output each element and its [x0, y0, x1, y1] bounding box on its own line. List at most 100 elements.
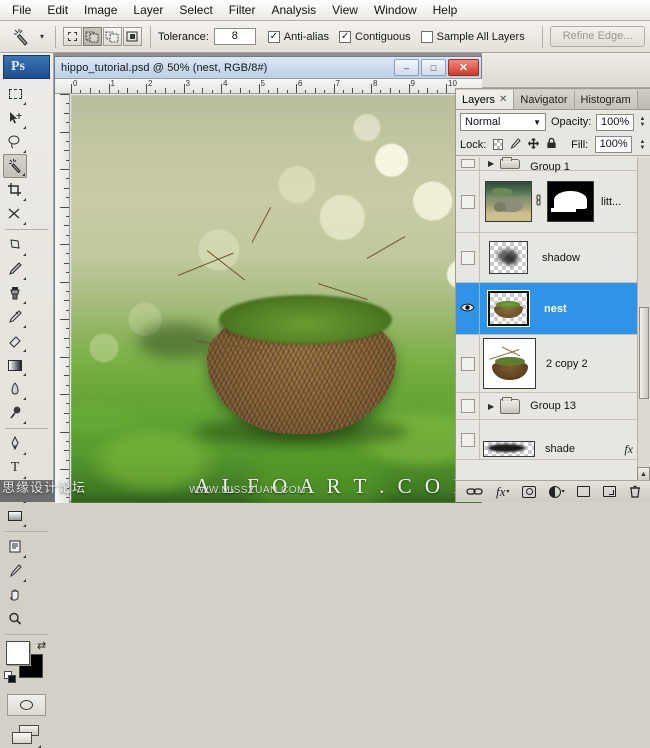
close-button[interactable]: ✕ [448, 59, 479, 76]
layer-visibility-toggle[interactable] [456, 420, 480, 459]
rectangular-marquee-tool[interactable] [3, 82, 27, 106]
layer-thumbnail-shade[interactable] [483, 441, 535, 457]
tab-layers[interactable]: Layers ✕ [456, 90, 514, 109]
layer-thumbnail-shadow[interactable] [489, 241, 528, 274]
new-group-button[interactable] [577, 486, 590, 497]
menu-item-analysis[interactable]: Analysis [263, 0, 324, 20]
layer-row-group-1[interactable]: ▶ Group 1 [456, 157, 650, 171]
new-selection-button[interactable] [63, 27, 82, 46]
layer-effects-icon[interactable]: fx [624, 442, 633, 457]
layer-visibility-toggle[interactable] [456, 283, 480, 334]
magic-wand-tool[interactable] [3, 154, 27, 178]
close-icon[interactable]: ✕ [499, 94, 507, 105]
layer-thumbnail-2-copy-2[interactable] [483, 338, 536, 389]
lock-all-icon[interactable] [546, 137, 557, 152]
layer-row-2-copy-2[interactable]: 2 copy 2 [456, 335, 650, 393]
rectangle-shape-tool[interactable] [3, 504, 27, 528]
magic-wand-icon[interactable] [6, 24, 36, 50]
clone-stamp-tool[interactable] [3, 281, 27, 305]
tab-histogram[interactable]: Histogram [575, 90, 638, 109]
menu-item-window[interactable]: Window [366, 0, 425, 20]
tab-navigator[interactable]: Navigator [514, 90, 574, 109]
tool-preset-caret-icon[interactable]: ▾ [36, 24, 48, 50]
layers-scrollbar[interactable]: ▲ [637, 157, 650, 481]
add-to-selection-button[interactable] [83, 27, 102, 46]
opacity-stepper[interactable]: ▲▼ [639, 114, 646, 131]
menu-item-view[interactable]: View [324, 0, 366, 20]
lock-transparency-icon[interactable] [493, 139, 503, 150]
layer-row-group-13[interactable]: ▶ Group 13 [456, 393, 650, 420]
eye-icon[interactable] [460, 302, 475, 316]
eyedropper-tool[interactable] [3, 559, 27, 583]
brush-tool[interactable] [3, 257, 27, 281]
layers-list[interactable]: ▶ Group 1 litt... [456, 157, 650, 481]
delete-layer-button[interactable] [629, 485, 641, 498]
layer-visibility-toggle[interactable] [456, 157, 480, 170]
menu-item-help[interactable]: Help [425, 0, 466, 20]
eraser-tool[interactable] [3, 329, 27, 353]
blend-mode-select[interactable]: Normal ▼ [460, 113, 546, 131]
slice-tool[interactable] [3, 202, 27, 226]
menu-item-edit[interactable]: Edit [39, 0, 76, 20]
quick-mask-icon[interactable] [7, 694, 46, 716]
opacity-input[interactable]: 100% [596, 114, 634, 131]
menu-item-file[interactable]: File [4, 0, 39, 20]
anti-alias-checkbox-wrap[interactable]: ✓ Anti-alias [268, 31, 329, 43]
screen-mode-icon[interactable] [12, 725, 42, 747]
layer-thumbnail-hippo[interactable] [485, 181, 532, 222]
default-colors-icon[interactable] [4, 671, 16, 683]
scroll-up-button[interactable]: ▲ [637, 467, 650, 481]
new-fill-adjustment-layer-button[interactable]: ▾ [549, 486, 565, 498]
layer-thumbnail-nest[interactable] [488, 291, 529, 326]
layer-row-shade[interactable]: shade fx [456, 420, 650, 460]
menu-item-filter[interactable]: Filter [221, 0, 264, 20]
contiguous-checkbox-wrap[interactable]: ✓ Contiguous [339, 31, 411, 43]
link-layers-button[interactable] [466, 486, 483, 497]
dodge-tool[interactable] [3, 401, 27, 425]
menu-item-select[interactable]: Select [171, 0, 220, 20]
sample-all-layers-checkbox[interactable] [421, 31, 433, 43]
document-title-bar[interactable]: hippo_tutorial.psd @ 50% (nest, RGB/8#) … [55, 57, 481, 79]
tolerance-input[interactable]: 8 [214, 28, 256, 45]
lock-image-pixels-icon[interactable] [510, 138, 521, 152]
layer-mask-thumbnail-hippo[interactable] [547, 181, 594, 222]
move-tool[interactable] [3, 106, 27, 130]
add-layer-style-button[interactable]: fx▾ [496, 484, 509, 500]
blur-tool[interactable] [3, 377, 27, 401]
chevron-right-icon[interactable]: ▶ [488, 159, 494, 168]
hand-tool[interactable] [3, 583, 27, 607]
fill-stepper[interactable]: ▲▼ [639, 136, 646, 153]
layer-visibility-toggle[interactable] [456, 233, 480, 282]
layer-visibility-toggle[interactable] [456, 393, 480, 419]
scrollbar-thumb[interactable] [639, 307, 649, 399]
notes-tool[interactable] [3, 535, 27, 559]
menu-item-layer[interactable]: Layer [125, 0, 171, 20]
layer-row-litt[interactable]: litt... [456, 171, 650, 233]
foreground-color-swatch[interactable] [6, 641, 30, 665]
gradient-tool[interactable] [3, 353, 27, 377]
swap-colors-icon[interactable]: ⇄ [37, 639, 46, 652]
intersect-with-selection-button[interactable] [123, 27, 142, 46]
crop-tool[interactable] [3, 178, 27, 202]
layer-row-shadow[interactable]: shadow [456, 233, 650, 283]
patch-tool[interactable] [3, 233, 27, 257]
sample-all-layers-checkbox-wrap[interactable]: Sample All Layers [421, 31, 525, 43]
chevron-down-icon[interactable]: ▼ [533, 118, 541, 127]
lock-position-icon[interactable] [528, 138, 539, 152]
lasso-tool[interactable] [3, 130, 27, 154]
subtract-from-selection-button[interactable] [103, 27, 122, 46]
contiguous-checkbox[interactable]: ✓ [339, 31, 351, 43]
history-brush-tool[interactable] [3, 305, 27, 329]
link-icon[interactable] [532, 194, 544, 210]
fill-input[interactable]: 100% [595, 136, 632, 153]
vertical-ruler[interactable] [55, 94, 70, 503]
maximize-button[interactable]: □ [421, 59, 446, 76]
chevron-right-icon[interactable]: ▶ [488, 402, 494, 411]
add-layer-mask-button[interactable] [522, 486, 536, 498]
anti-alias-checkbox[interactable]: ✓ [268, 31, 280, 43]
image-canvas[interactable]: A L F O A R T . C O M WWW.MISSYUAN.COM [71, 95, 482, 503]
zoom-tool[interactable] [3, 607, 27, 631]
menu-item-image[interactable]: Image [76, 0, 125, 20]
refine-edge-button[interactable]: Refine Edge... [550, 26, 646, 47]
minimize-button[interactable]: – [394, 59, 419, 76]
